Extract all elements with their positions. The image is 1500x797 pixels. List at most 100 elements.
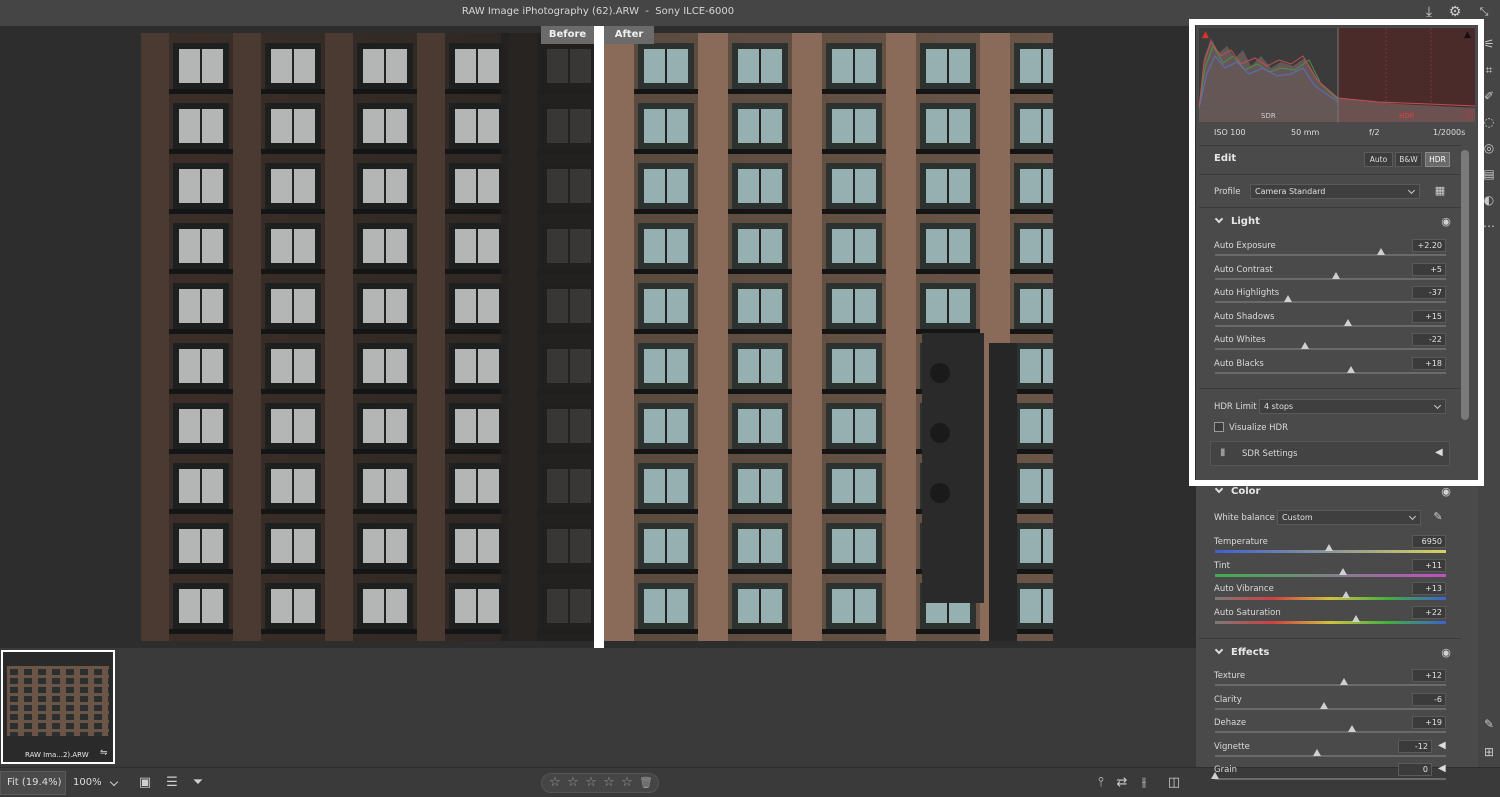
slider-track[interactable] (1215, 778, 1446, 780)
slider-thumb[interactable] (1348, 725, 1357, 732)
hdr-button[interactable]: HDR (1425, 152, 1450, 167)
sort-icon[interactable]: ☰ (163, 774, 181, 792)
star-5-icon[interactable]: ☆ (620, 775, 634, 791)
visualize-hdr-label: Visualize HDR (1229, 423, 1288, 433)
presets-icon[interactable]: ◐ (1481, 192, 1497, 208)
before-after-divider[interactable] (594, 26, 604, 648)
slider-track[interactable] (1215, 573, 1446, 577)
slider-thumb[interactable] (1325, 544, 1334, 551)
slider-value-input[interactable]: +15 (1412, 309, 1446, 323)
filmstrip-toggle-icon[interactable]: ▣ (136, 774, 154, 792)
slider-value-input[interactable]: 6950 (1412, 535, 1446, 548)
slider-track[interactable] (1215, 684, 1446, 686)
hdr-limit-select[interactable]: 4 stops (1259, 399, 1446, 414)
filmstrip-thumbnail[interactable]: RAW Ima...2).ARW ⇋ (1, 650, 115, 764)
slider-thumb[interactable] (1343, 318, 1352, 326)
masking-icon[interactable]: ◌ (1481, 114, 1497, 130)
slider-value-input[interactable]: +12 (1412, 669, 1446, 682)
slider-value-input[interactable]: -37 (1412, 286, 1446, 299)
before-after-split-icon[interactable]: ⫯ (1092, 774, 1110, 792)
color-sampler-icon[interactable]: ✎ (1481, 716, 1497, 732)
snapshots-icon[interactable]: ▤ (1481, 166, 1497, 182)
highlight-clipping-warning-icon[interactable]: ▲ (1464, 30, 1471, 40)
slider-value-input[interactable]: -12 (1398, 739, 1432, 753)
star-3-icon[interactable]: ☆ (584, 775, 598, 791)
slider-thumb[interactable] (1332, 271, 1341, 279)
bw-button[interactable]: B&W (1395, 152, 1422, 167)
star-4-icon[interactable]: ☆ (602, 775, 616, 791)
expand-left-icon[interactable]: ◀ (1438, 740, 1446, 751)
eye-icon[interactable]: ◉ (1440, 216, 1452, 228)
effects-section-title[interactable]: Effects (1231, 647, 1269, 669)
slider-thumb[interactable] (1351, 614, 1360, 622)
slider-track[interactable] (1215, 324, 1446, 327)
crop-icon[interactable]: ⌗ (1481, 62, 1497, 78)
slider-track[interactable] (1215, 597, 1446, 600)
light-section-title[interactable]: Light (1231, 216, 1260, 238)
slider-value-input[interactable]: +19 (1412, 716, 1446, 729)
slider-track[interactable] (1215, 301, 1446, 303)
slider-track[interactable] (1215, 707, 1446, 710)
slider-value-input[interactable]: +22 (1412, 605, 1446, 619)
red-eye-icon[interactable]: ◎ (1481, 140, 1497, 156)
slider-value-input[interactable]: -22 (1412, 333, 1446, 346)
slider-value-input[interactable]: +11 (1412, 558, 1446, 572)
swap-icon[interactable]: ⇄ (1113, 774, 1131, 792)
profile-select[interactable]: Camera Standard (1250, 184, 1420, 199)
slider-track[interactable] (1215, 731, 1446, 733)
slider-track[interactable] (1215, 254, 1446, 256)
eyedropper-icon[interactable]: ✎ (1432, 511, 1444, 523)
rating-stars[interactable]: ☆ ☆ ☆ ☆ ☆ 🗑 (541, 773, 659, 793)
slider-value-input[interactable]: +5 (1412, 262, 1446, 276)
image-canvas[interactable]: Before After (0, 26, 1196, 648)
slider-track[interactable] (1215, 371, 1446, 374)
slider-thumb[interactable] (1340, 678, 1349, 685)
profile-browser-icon[interactable]: ▦ (1434, 185, 1446, 197)
slider-thumb[interactable] (1377, 248, 1386, 255)
slider-track[interactable] (1215, 620, 1446, 624)
star-2-icon[interactable]: ☆ (566, 775, 580, 791)
slider-value-input[interactable]: -6 (1412, 692, 1446, 706)
eye-icon[interactable]: ◉ (1440, 647, 1452, 659)
color-section-title[interactable]: Color (1231, 486, 1260, 508)
auto-button[interactable]: Auto (1364, 152, 1393, 167)
healing-brush-icon[interactable]: ✐ (1481, 88, 1497, 104)
edit-sliders-icon[interactable]: ⚟ (1481, 36, 1497, 52)
hdr-warning-icon[interactable]: ⓘ (1464, 108, 1473, 121)
slider-track[interactable] (1215, 348, 1446, 350)
expand-left-icon[interactable]: ◀ (1438, 763, 1446, 774)
trash-icon[interactable]: 🗑 (639, 775, 653, 791)
eye-icon[interactable]: ◉ (1440, 486, 1452, 498)
download-icon[interactable]: ⤓ (1421, 4, 1437, 20)
white-balance-label: White balance (1214, 513, 1275, 523)
slider-thumb[interactable] (1339, 567, 1348, 575)
slider-thumb[interactable] (1211, 772, 1219, 779)
collapse-icon[interactable]: ⤡ (1476, 4, 1492, 20)
panel-scrollbar[interactable] (1461, 150, 1469, 420)
fit-zoom-button[interactable]: Fit (19.4%) (0, 771, 66, 795)
slider-value-input[interactable]: 0 (1398, 763, 1432, 776)
slider-thumb[interactable] (1319, 701, 1328, 709)
slider-thumb[interactable] (1312, 748, 1321, 756)
grid-icon[interactable]: ⊞ (1481, 744, 1497, 760)
slider-track[interactable] (1215, 754, 1446, 757)
slider-value-input[interactable]: +18 (1412, 356, 1446, 370)
slider-value-input[interactable]: +13 (1412, 582, 1446, 595)
slider-thumb[interactable] (1347, 365, 1356, 373)
slider-thumb[interactable] (1341, 591, 1350, 598)
shadow-clipping-warning-icon[interactable]: ▲ (1202, 30, 1209, 40)
sdr-settings-row[interactable]: ▮ SDR Settings ◀ (1210, 441, 1450, 466)
view-mode-icon[interactable]: ◫ (1165, 774, 1183, 792)
slider-track[interactable] (1215, 277, 1446, 280)
bottom-toolbar: Fit (19.4%) 100% ▣ ☰ ⏷ ☆ ☆ ☆ ☆ ☆ 🗑 ⫯ ⇄ ⫲… (0, 767, 1500, 797)
star-1-icon[interactable]: ☆ (548, 775, 562, 791)
filter-icon[interactable]: ⏷ (189, 774, 207, 792)
slider-thumb[interactable] (1301, 342, 1310, 349)
slider-value-input[interactable]: +2.20 (1412, 239, 1446, 252)
slider-thumb[interactable] (1283, 295, 1292, 302)
white-balance-select[interactable]: Custom (1277, 510, 1421, 525)
visualize-hdr-checkbox[interactable] (1214, 422, 1224, 432)
more-icon[interactable]: ⋯ (1481, 218, 1497, 234)
copy-settings-icon[interactable]: ⫲ (1135, 774, 1153, 792)
gear-icon[interactable]: ⚙ (1447, 4, 1463, 20)
